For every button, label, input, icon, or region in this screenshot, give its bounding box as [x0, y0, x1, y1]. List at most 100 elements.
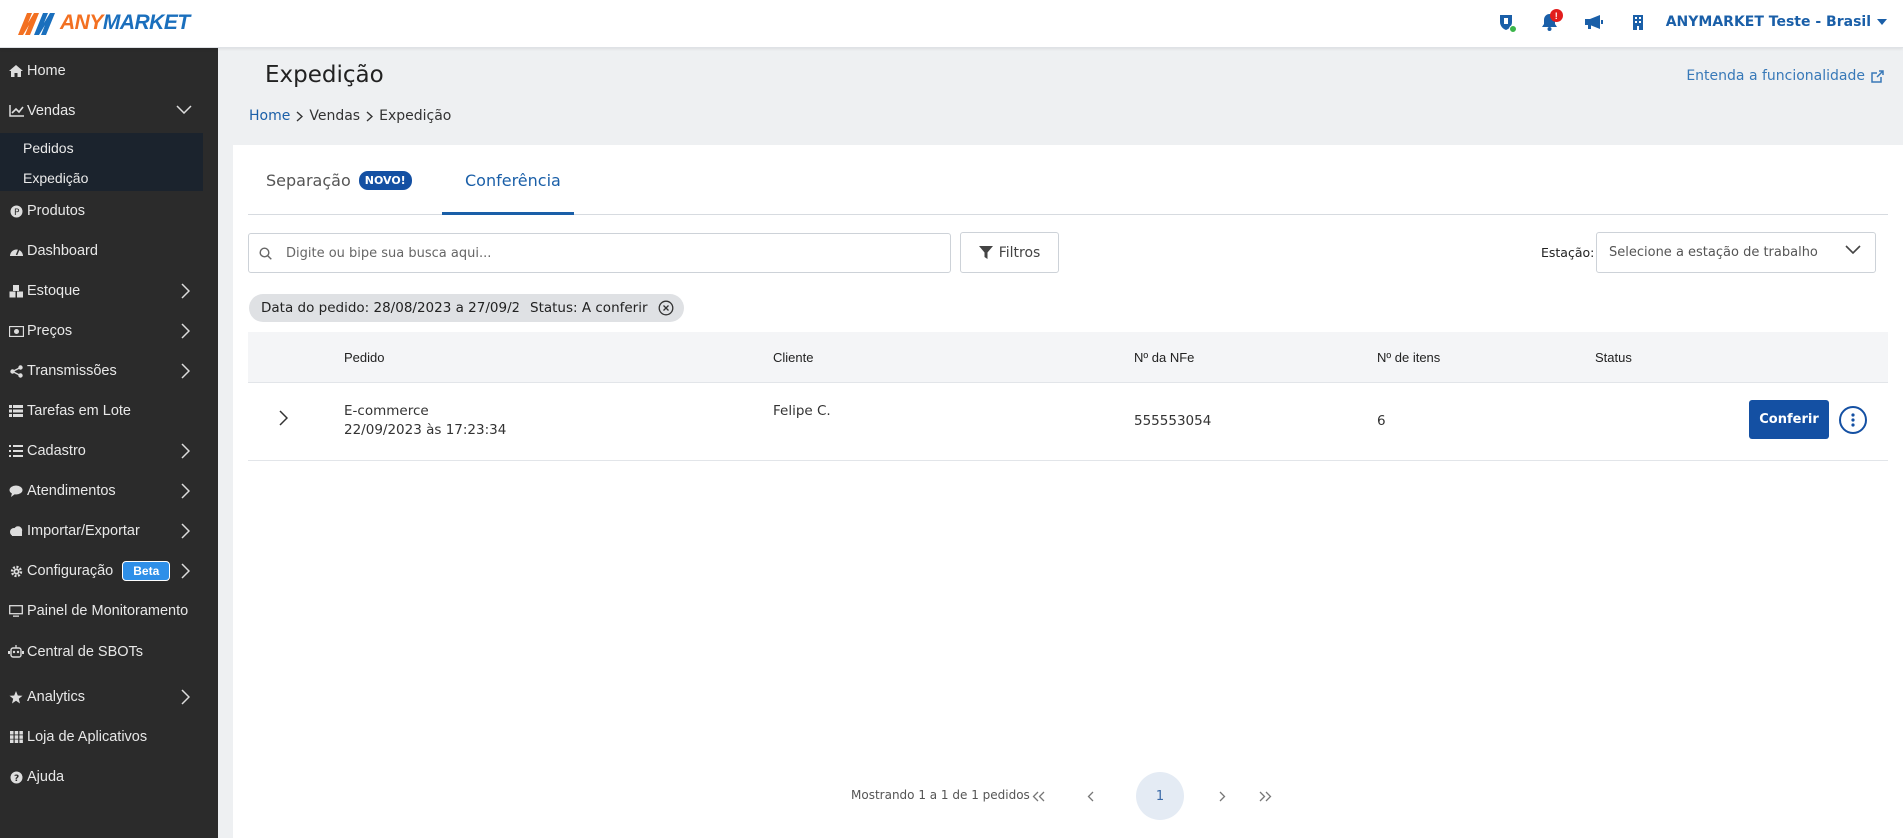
nfe-number: 555553054 — [1134, 413, 1212, 429]
robot-icon — [8, 644, 24, 660]
home-icon — [8, 63, 24, 79]
sidebar-item-label: Vendas — [27, 103, 76, 119]
sidebar-item-painel-de-monitoramento[interactable]: Painel de Monitoramento — [0, 594, 218, 628]
tab-separacao[interactable]: Separação NOVO! — [266, 171, 412, 190]
tab-conferencia[interactable]: Conferência — [465, 171, 561, 190]
chevron-right-icon — [181, 443, 190, 459]
last-page-icon[interactable] — [1254, 785, 1276, 807]
sidebar-item-atendimentos[interactable]: Atendimentos — [0, 474, 218, 508]
page-title: Expedição — [265, 62, 384, 88]
sidebar-subitem-expedicao[interactable]: Expedição — [23, 170, 88, 186]
sidebar-item-configuracao[interactable]: Configuração Beta — [0, 554, 218, 588]
tab-separacao-label: Separação — [266, 171, 351, 190]
account-name: ANYMARKET Teste - Brasil — [1665, 14, 1871, 30]
table-header: Pedido Cliente Nº da NFe Nº de itens Sta… — [248, 332, 1888, 383]
close-circle-icon[interactable] — [658, 300, 674, 316]
sidebar-item-tarefas-em-lote[interactable]: Tarefas em Lote — [0, 394, 218, 428]
chevron-down-icon — [1845, 245, 1861, 254]
active-tab-indicator — [442, 212, 574, 215]
svg-text:P: P — [14, 208, 20, 218]
breadcrumb-expedicao: Expedição — [379, 108, 452, 124]
tab-conferencia-label: Conferência — [465, 171, 561, 190]
question-icon: ? — [8, 769, 24, 785]
share-icon — [8, 363, 24, 379]
megaphone-icon[interactable] — [1572, 0, 1616, 44]
main-card: Separação NOVO! Conferência Filtros Esta… — [233, 145, 1903, 838]
page-number-current[interactable]: 1 — [1136, 772, 1184, 820]
prev-page-icon[interactable] — [1079, 785, 1101, 807]
estacao-placeholder: Selecione a estação de trabalho — [1609, 245, 1818, 260]
logo-text: ANYMARKET — [60, 11, 190, 34]
product-icon: P — [8, 203, 24, 219]
filtros-label: Filtros — [998, 244, 1041, 261]
filtros-button[interactable]: Filtros — [960, 232, 1059, 273]
filter-chip-label: Data do pedido: 28/08/2023 a 27/09/2023 — [261, 300, 546, 316]
chevron-right-icon — [181, 323, 190, 339]
pedido-date: 22/09/2023 às 17:23:34 — [344, 422, 507, 438]
sidebar-item-central-de-sbots[interactable]: Central de SBOTs — [0, 635, 218, 669]
sidebar-item-produtos[interactable]: P Produtos — [0, 194, 218, 228]
sidebar-item-estoque[interactable]: Estoque — [0, 274, 218, 308]
column-header-nfe: Nº da NFe — [1134, 350, 1195, 365]
help-link-label: Entenda a funcionalidade — [1686, 68, 1865, 84]
breadcrumb-home[interactable]: Home — [249, 108, 290, 124]
top-bar: ANYMARKET ! ANYMARKET Teste - Brasil — [0, 0, 1903, 48]
building-icon[interactable] — [1616, 0, 1660, 44]
search-icon — [259, 246, 272, 260]
sidebar-item-label: Configuração — [27, 563, 114, 579]
svg-text:?: ? — [14, 774, 19, 784]
sidebar-item-ajuda[interactable]: ? Ajuda — [0, 760, 218, 794]
beta-badge: Beta — [122, 561, 171, 581]
chevron-right-icon[interactable] — [279, 410, 288, 426]
sidebar-item-precos[interactable]: Preços — [0, 314, 218, 348]
status-dot — [1508, 25, 1517, 33]
anymarket-logo[interactable]: ANYMARKET — [16, 8, 190, 38]
account-menu[interactable]: ANYMARKET Teste - Brasil — [1660, 14, 1903, 30]
cliente-name: Felipe C. — [773, 403, 831, 419]
sidebar-item-vendas[interactable]: Vendas — [0, 94, 218, 128]
sidebar-item-dashboard[interactable]: Dashboard — [0, 234, 218, 268]
caret-down-icon — [1877, 19, 1887, 25]
conferir-button[interactable]: Conferir — [1749, 400, 1829, 439]
sidebar-item-analytics[interactable]: Analytics — [0, 680, 218, 714]
sidebar-item-transmissoes[interactable]: Transmissões — [0, 354, 218, 388]
external-link-icon — [1871, 69, 1884, 83]
sidebar-item-label: Loja de Aplicativos — [27, 729, 148, 745]
cubes-icon — [8, 283, 24, 299]
list-icon — [8, 443, 24, 459]
sidebar-item-home[interactable]: Home — [0, 54, 218, 88]
more-options-icon[interactable] — [1839, 406, 1867, 434]
first-page-icon[interactable] — [1028, 785, 1050, 807]
tab-bar: Separação NOVO! Conferência — [248, 145, 1888, 215]
sidebar: Home Vendas Pedidos Expedição P Produtos… — [0, 48, 218, 838]
chevron-right-icon — [181, 689, 190, 705]
filter-icon — [978, 245, 993, 259]
sidebar-item-label: Central de SBOTs — [27, 644, 144, 660]
sidebar-item-importar-exportar[interactable]: Importar/Exportar — [0, 514, 218, 548]
help-link[interactable]: Entenda a funcionalidade — [1686, 68, 1884, 84]
chevron-right-icon — [366, 110, 374, 122]
notification-badge: ! — [1549, 9, 1563, 22]
star-icon — [8, 689, 24, 705]
sidebar-item-label: Cadastro — [27, 443, 86, 459]
pagination: Mostrando 1 a 1 de 1 pedidos 1 — [233, 772, 1903, 822]
shield-status-icon[interactable] — [1484, 0, 1528, 44]
filter-chip-label: Status: A conferir — [530, 300, 648, 316]
bell-icon[interactable]: ! — [1528, 0, 1572, 44]
estacao-select[interactable]: Selecione a estação de trabalho — [1596, 232, 1876, 273]
search-box[interactable] — [248, 233, 951, 273]
sidebar-item-loja-de-aplicativos[interactable]: Loja de Aplicativos — [0, 720, 218, 754]
next-page-icon[interactable] — [1211, 785, 1233, 807]
sidebar-subitem-pedidos[interactable]: Pedidos — [23, 140, 74, 156]
search-input[interactable] — [286, 245, 926, 261]
chevron-right-icon — [181, 283, 190, 299]
sidebar-item-cadastro[interactable]: Cadastro — [0, 434, 218, 468]
column-header-pedido: Pedido — [344, 350, 385, 365]
breadcrumb-vendas[interactable]: Vendas — [309, 108, 360, 124]
chart-line-icon — [8, 103, 24, 119]
filter-chip-status: Status: A conferir — [518, 294, 684, 322]
sidebar-item-label: Atendimentos — [27, 483, 116, 499]
monitor-icon — [8, 603, 24, 619]
sidebar-item-label: Importar/Exportar — [27, 523, 140, 539]
estacao-label: Estação: — [1541, 245, 1595, 260]
